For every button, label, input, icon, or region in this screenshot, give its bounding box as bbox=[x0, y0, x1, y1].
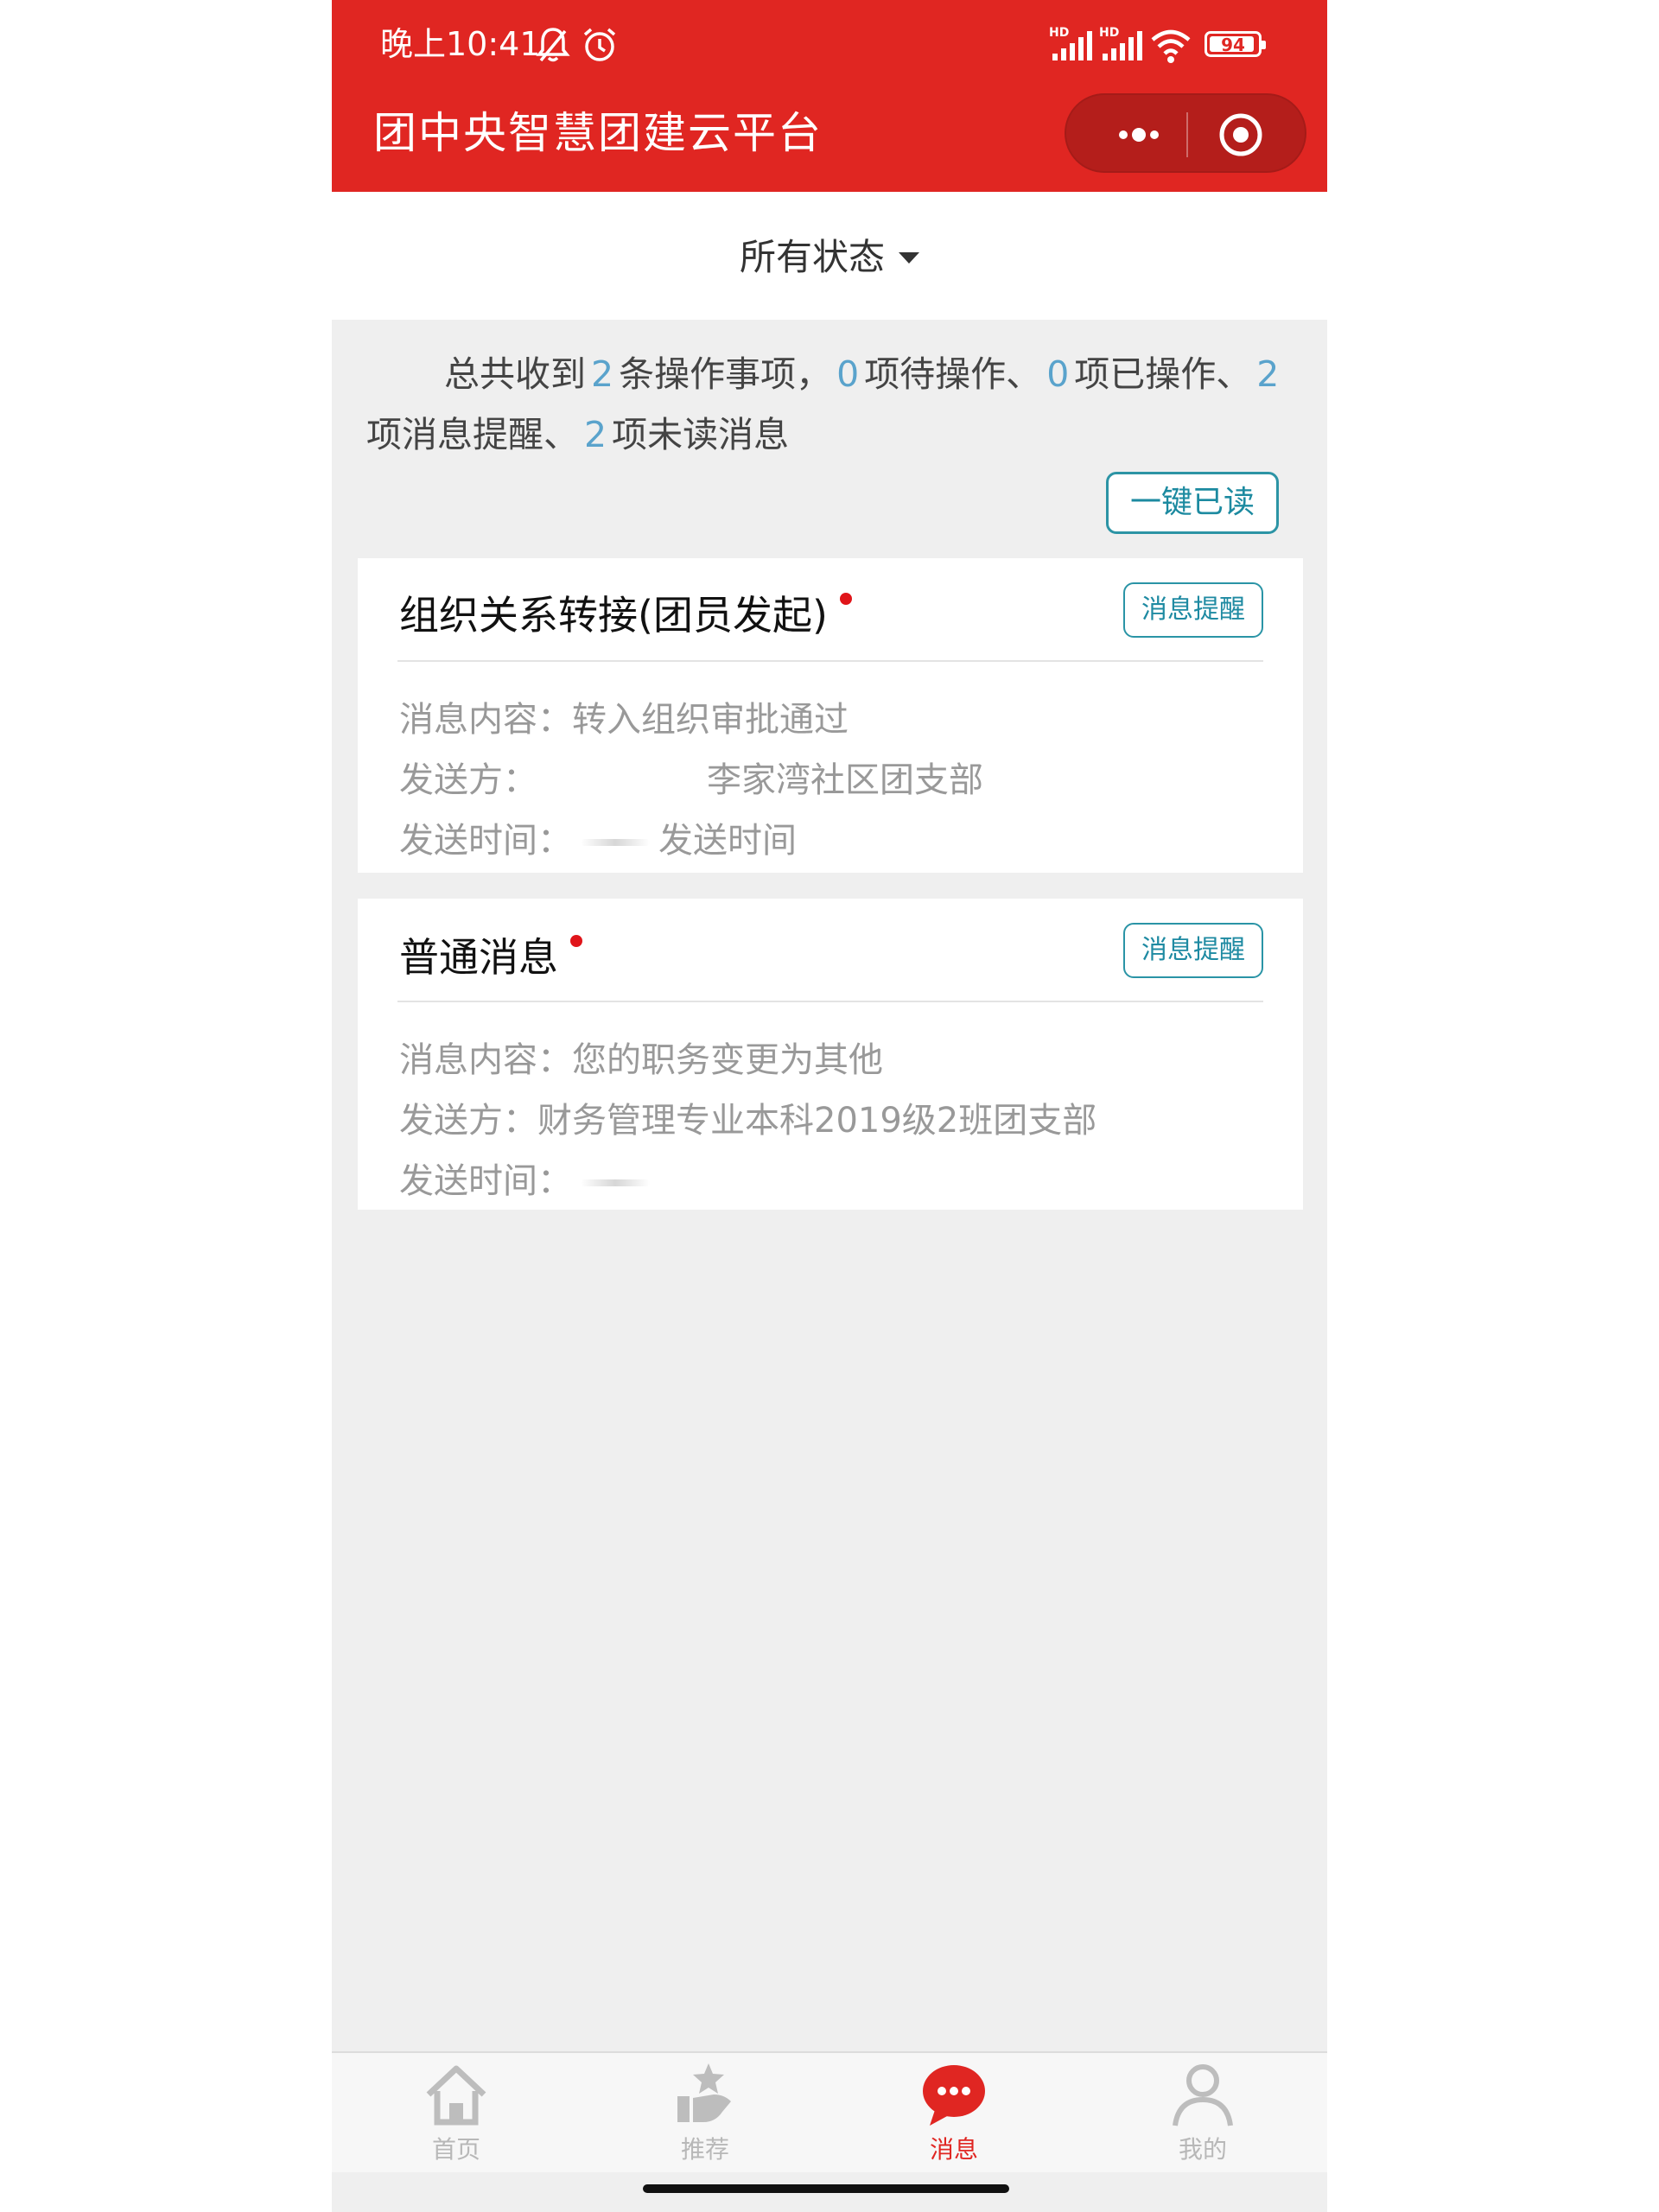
content-label: 消息内容： bbox=[399, 700, 572, 740]
battery-level: 94 bbox=[1221, 35, 1245, 55]
message-title-text: 普通消息 bbox=[399, 934, 558, 981]
tab-profile-label: 我的 bbox=[1178, 2135, 1227, 2164]
tab-home[interactable]: 首页 bbox=[332, 2053, 581, 2174]
redacted-mark bbox=[581, 839, 650, 846]
summary-text-3: 项已操作、 bbox=[1074, 353, 1252, 395]
summary-text-5: 项未读消息 bbox=[612, 414, 790, 455]
time-label: 发送时间： bbox=[399, 1161, 572, 1201]
message-type-badge: 消息提醒 bbox=[1123, 923, 1263, 978]
message-content-row: 消息内容：转入组织审批通过 bbox=[399, 696, 849, 743]
unread-dot bbox=[570, 935, 582, 947]
tab-profile[interactable]: 我的 bbox=[1078, 2053, 1327, 2174]
user-icon bbox=[1173, 2064, 1233, 2126]
content-value: 您的职务变更为其他 bbox=[572, 1040, 883, 1080]
sender-label: 发送方： bbox=[399, 1101, 537, 1141]
message-type-badge: 消息提醒 bbox=[1123, 582, 1263, 638]
signal-icon: HD bbox=[1049, 26, 1097, 64]
time-label: 发送时间： bbox=[399, 821, 572, 861]
caret-down-icon bbox=[899, 252, 919, 264]
bottom-tab-bar: 首页 推荐 消息 我的 bbox=[332, 2051, 1327, 2174]
message-sender-row: 发送方： 李家湾社区团支部 bbox=[399, 757, 983, 804]
content-label: 消息内容： bbox=[399, 1040, 572, 1080]
tab-messages[interactable]: 消息 bbox=[830, 2053, 1078, 2174]
status-filter-dropdown[interactable]: 所有状态 bbox=[332, 233, 1327, 282]
sender-value: 李家湾社区团支部 bbox=[707, 760, 983, 800]
tab-home-label: 首页 bbox=[431, 2135, 480, 2164]
message-card[interactable]: 普通消息 消息提醒 消息内容：您的职务变更为其他 发送方：财务管理专业本科201… bbox=[358, 899, 1303, 1210]
app-title: 团中央智慧团建云平台 bbox=[373, 108, 823, 158]
close-miniprogram-icon[interactable] bbox=[1218, 112, 1263, 157]
home-indicator[interactable] bbox=[643, 2184, 1009, 2193]
sender-value: 财务管理专业本科2019级2班团支部 bbox=[537, 1101, 1097, 1141]
tab-recommend[interactable]: 推荐 bbox=[581, 2053, 830, 2174]
alarm-icon bbox=[583, 28, 616, 61]
signal-icon-2: HD bbox=[1099, 26, 1147, 64]
message-time-row: 发送时间： bbox=[399, 1158, 658, 1205]
summary-reminder-count: 2 bbox=[1256, 353, 1280, 395]
message-content-row: 消息内容：您的职务变更为其他 bbox=[399, 1037, 883, 1084]
summary-prefix: 总共收到 bbox=[444, 353, 586, 395]
message-time-row: 发送时间： 发送时间 bbox=[399, 817, 797, 864]
recommend-icon bbox=[677, 2063, 731, 2122]
sender-label: 发送方： bbox=[399, 760, 537, 800]
message-card[interactable]: 组织关系转接(团员发起) 消息提醒 消息内容：转入组织审批通过 发送方： 李家湾社… bbox=[358, 558, 1303, 873]
app-header: 晚上10:41 HD HD 94 团中央智慧团建云平台 bbox=[332, 0, 1327, 192]
redacted-mark bbox=[581, 1179, 650, 1186]
tab-recommend-label: 推荐 bbox=[680, 2135, 729, 2164]
miniprogram-capsule bbox=[1065, 93, 1306, 173]
summary-total-count: 2 bbox=[591, 353, 614, 395]
mark-all-read-button[interactable]: 一键已读 bbox=[1106, 472, 1279, 534]
divider bbox=[397, 660, 1263, 662]
phone-screen: 晚上10:41 HD HD 94 团中央智慧团建云平台 所有状态 总共收到 2 … bbox=[332, 0, 1327, 2212]
message-title-text: 组织关系转接(团员发起) bbox=[399, 592, 828, 639]
divider bbox=[397, 1001, 1263, 1002]
battery-icon: 94 bbox=[1205, 31, 1266, 57]
summary-text: 总共收到 2 条操作事项， 0 项待操作、 0 项已操作、 2项消息提醒、 2 项未读消息 bbox=[366, 344, 1293, 465]
summary-text-1: 条操作事项， bbox=[619, 353, 832, 395]
time-value: 发送时间 bbox=[658, 821, 797, 861]
filter-bar: 所有状态 bbox=[332, 192, 1327, 320]
bell-off-icon bbox=[536, 28, 570, 62]
message-title: 普通消息 bbox=[399, 931, 582, 983]
message-title: 组织关系转接(团员发起) bbox=[399, 589, 852, 641]
summary-unread-count: 2 bbox=[584, 414, 607, 455]
summary-text-4: 项消息提醒、 bbox=[366, 414, 579, 455]
summary-text-2: 项待操作、 bbox=[864, 353, 1042, 395]
status-time: 晚上10:41 bbox=[380, 25, 541, 63]
content-value: 转入组织审批通过 bbox=[572, 700, 849, 740]
tab-messages-label: 消息 bbox=[929, 2135, 978, 2164]
more-icon[interactable] bbox=[1097, 116, 1180, 154]
status-filter-label: 所有状态 bbox=[739, 236, 885, 278]
home-icon bbox=[426, 2065, 486, 2126]
unread-dot bbox=[839, 593, 852, 605]
wifi-icon bbox=[1151, 29, 1191, 63]
message-icon bbox=[923, 2065, 985, 2126]
summary-pending-count: 0 bbox=[836, 353, 860, 395]
summary-done-count: 0 bbox=[1046, 353, 1070, 395]
message-sender-row: 发送方：财务管理专业本科2019级2班团支部 bbox=[399, 1097, 1096, 1144]
